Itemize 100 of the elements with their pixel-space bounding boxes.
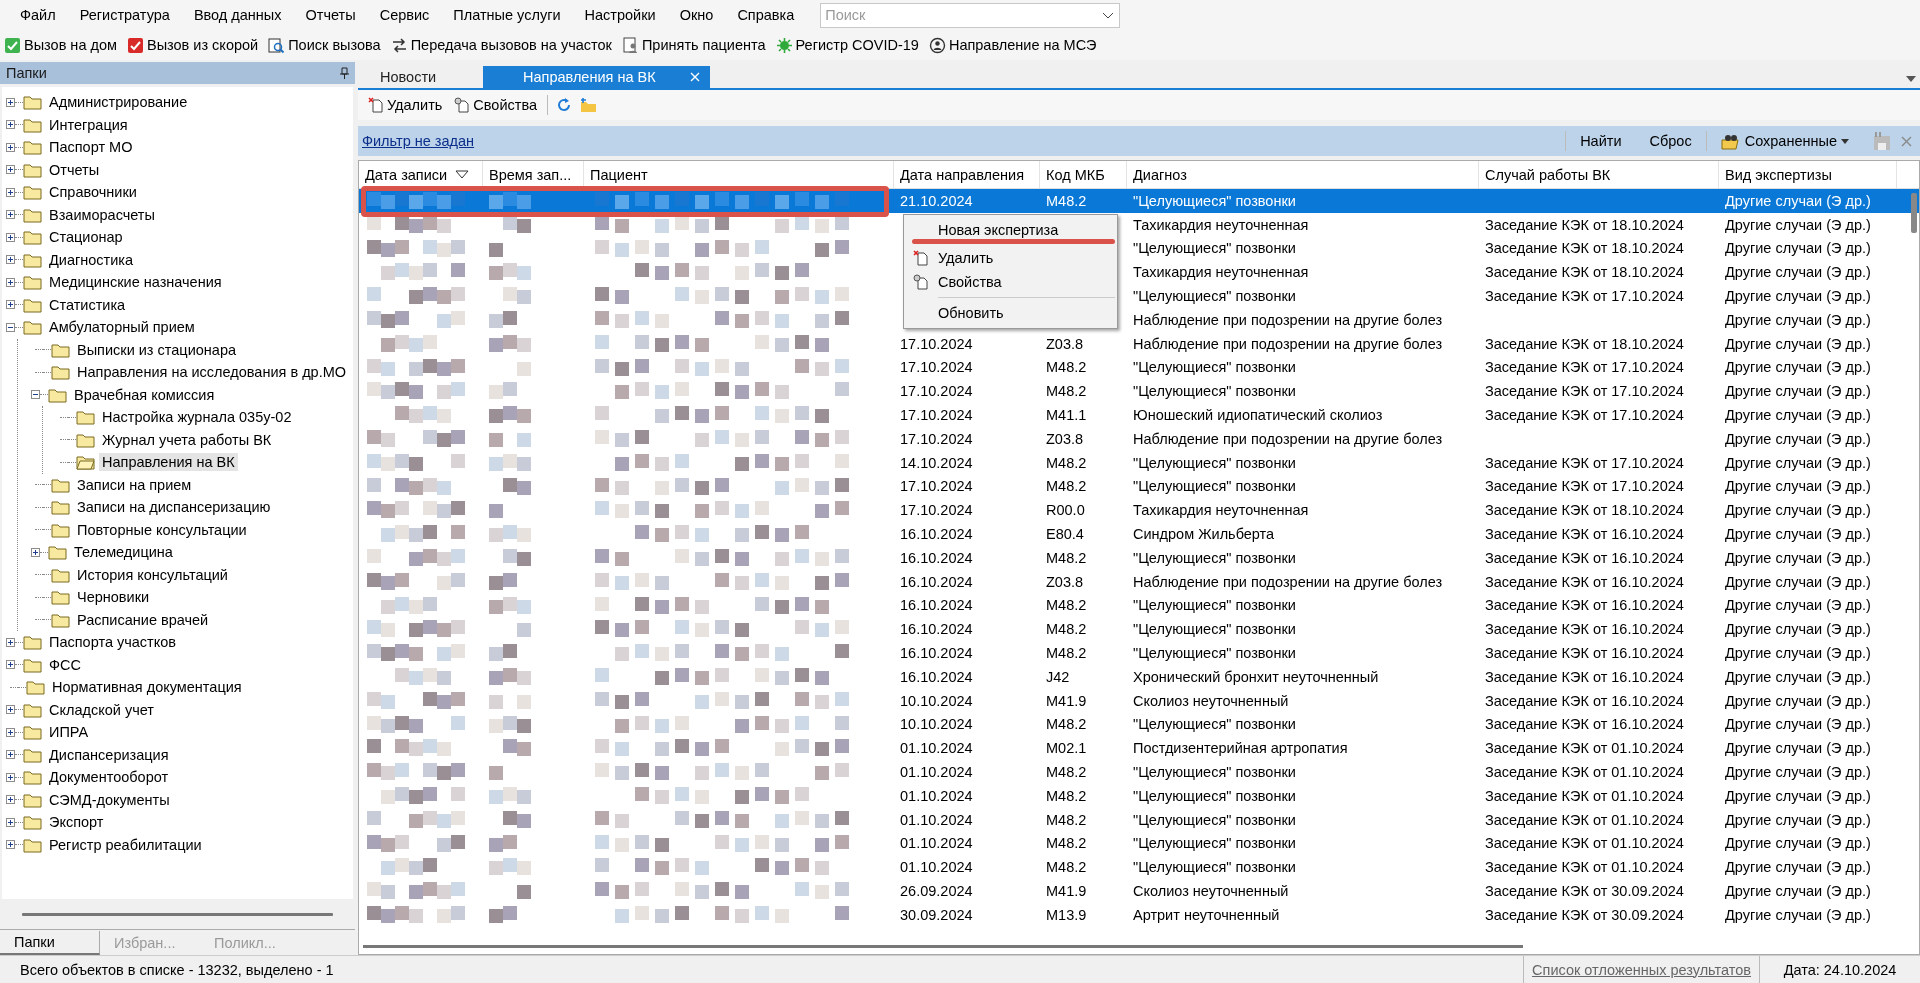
menu-item[interactable]: Свойства xyxy=(904,270,1117,294)
column-header[interactable]: Дата записи xyxy=(359,161,483,188)
tree-item[interactable]: Расписание врачей xyxy=(74,610,212,629)
expand-toggle[interactable] xyxy=(6,120,15,130)
tree-item[interactable]: Паспорт МО xyxy=(46,138,136,157)
tree-item[interactable]: Амбулаторный прием xyxy=(46,318,198,337)
filter-button[interactable]: Найти xyxy=(1566,131,1636,151)
column-header[interactable]: Код МКБ xyxy=(1040,161,1127,188)
expand-toggle[interactable] xyxy=(6,795,15,805)
tree-item[interactable]: Интеграция xyxy=(46,115,131,134)
tree-item[interactable]: Складской учет xyxy=(46,700,157,719)
search-field[interactable]: Поиск xyxy=(820,2,1121,28)
expand-toggle[interactable] xyxy=(6,637,15,647)
tree-item[interactable]: ИПРА xyxy=(46,723,92,742)
toolbar-button[interactable]: Поиск вызова xyxy=(266,34,383,56)
tree-item[interactable]: Статистика xyxy=(46,295,129,314)
expand-toggle[interactable] xyxy=(6,97,15,107)
folder-icon[interactable] xyxy=(580,97,598,113)
expand-toggle[interactable] xyxy=(6,232,15,242)
toolbar-button[interactable]: Свойства xyxy=(452,95,540,115)
tree-item[interactable]: История консультаций xyxy=(74,565,231,584)
tree-item[interactable]: Направления на ВК xyxy=(99,453,238,472)
refresh-icon[interactable] xyxy=(556,97,573,113)
collapse-toggle[interactable] xyxy=(6,322,15,332)
tree-item[interactable]: Настройка журнала 035у-02 xyxy=(99,408,295,427)
menu-item[interactable]: Ввод данных xyxy=(181,7,294,23)
tree-item[interactable]: Выписки из стационара xyxy=(74,340,239,359)
expand-toggle[interactable] xyxy=(6,277,15,287)
expand-toggle[interactable] xyxy=(6,300,15,310)
menu-item[interactable]: Платные услуги xyxy=(441,7,573,23)
expand-toggle[interactable] xyxy=(6,142,15,152)
column-header[interactable]: Дата направления xyxy=(894,161,1040,188)
scrollbar-thumb[interactable] xyxy=(363,944,1523,948)
tree-item[interactable]: Черновики xyxy=(74,588,153,607)
menu-item[interactable]: Окно xyxy=(667,7,726,23)
tree-item[interactable]: Медицинские назначения xyxy=(46,273,225,292)
document-tab[interactable]: Новости xyxy=(358,66,483,88)
tree-item[interactable]: ФСС xyxy=(46,655,84,674)
toolbar-button[interactable]: Направление на МСЭ xyxy=(926,34,1099,56)
panel-tab[interactable]: Папки xyxy=(0,931,100,955)
menu-item[interactable]: Регистратура xyxy=(67,7,182,23)
selected-row[interactable]: 21.10.2024 M48.2 "Целующиеся" позвонки Другие случаи (Э др.) xyxy=(359,189,1919,213)
document-tab[interactable]: Направления на ВК xyxy=(483,66,710,88)
column-header[interactable]: Вид экспертизы xyxy=(1719,161,1897,188)
expand-toggle[interactable] xyxy=(6,705,15,715)
expand-toggle[interactable] xyxy=(6,210,15,220)
expand-toggle[interactable] xyxy=(6,817,15,827)
menu-item[interactable]: Сервис xyxy=(367,7,442,23)
dropdown-arrow-icon[interactable] xyxy=(1906,76,1916,82)
tree-item[interactable]: Записи на диспансеризацию xyxy=(74,498,274,517)
expand-toggle[interactable] xyxy=(6,750,15,760)
toolbar-button[interactable]: Удалить xyxy=(366,95,445,115)
menu-item[interactable]: Удалить xyxy=(904,246,1117,270)
tree-item[interactable]: Регистр реабилитации xyxy=(46,835,205,854)
tree-item[interactable]: Врачебная комиссия xyxy=(71,385,218,404)
tree-item[interactable]: СЭМД-документы xyxy=(46,790,173,809)
tree-item[interactable]: Отчеты xyxy=(46,160,103,179)
tree-item[interactable]: Направления на исследования в др.МО xyxy=(74,363,350,382)
filter-link[interactable]: Фильтр не задан xyxy=(362,133,475,149)
column-header[interactable]: Время зап... xyxy=(483,161,584,188)
filter-button[interactable]: Сброс xyxy=(1635,131,1706,151)
tree-item[interactable]: Телемедицина xyxy=(71,543,176,562)
scrollbar-thumb[interactable] xyxy=(22,912,333,916)
expand-toggle[interactable] xyxy=(6,660,15,670)
tree-item[interactable]: Журнал учета работы ВК xyxy=(99,430,275,449)
expand-toggle[interactable] xyxy=(6,165,15,175)
menu-item[interactable]: Настройки xyxy=(572,7,668,23)
column-header[interactable]: Пациент xyxy=(584,161,894,188)
expand-toggle[interactable] xyxy=(6,255,15,265)
saved-filters-button[interactable]: Сохраненные xyxy=(1706,130,1863,152)
tree-item[interactable]: Взаиморасчеты xyxy=(46,205,158,224)
toolbar-button[interactable]: Регистр COVID-19 xyxy=(773,34,921,56)
tree-item[interactable]: Документооборот xyxy=(46,768,172,787)
expand-toggle[interactable] xyxy=(6,187,15,197)
tree-item[interactable]: Нормативная документация xyxy=(49,678,245,697)
column-header[interactable]: Случай работы ВК xyxy=(1479,161,1719,188)
expand-toggle[interactable] xyxy=(6,840,15,850)
menu-item[interactable]: Обновить xyxy=(904,301,1117,325)
collapse-toggle[interactable] xyxy=(31,390,40,400)
tree-item[interactable]: Справочники xyxy=(46,183,140,202)
tree-item[interactable]: Стационар xyxy=(46,228,126,247)
scrollbar-thumb[interactable] xyxy=(1911,193,1917,233)
tree-item[interactable]: Диспансеризация xyxy=(46,745,172,764)
pin-icon[interactable] xyxy=(340,67,349,79)
tree-item[interactable]: Диагностика xyxy=(46,250,137,269)
tree-item[interactable]: Администрирование xyxy=(46,93,191,112)
tree-item[interactable]: Паспорта участков xyxy=(46,633,179,652)
tree-item[interactable]: Повторные консультации xyxy=(74,520,250,539)
menu-item[interactable]: Файл xyxy=(8,7,68,23)
tree-item[interactable]: Записи на прием xyxy=(74,475,195,494)
expand-toggle[interactable] xyxy=(6,772,15,782)
toolbar-button[interactable]: Передача вызовов на участок xyxy=(388,34,614,56)
menu-item[interactable]: Справка xyxy=(725,7,807,23)
toolbar-button[interactable]: Вызов из скорой xyxy=(124,34,261,56)
tree-item[interactable]: Экспорт xyxy=(46,813,107,832)
menu-item[interactable]: Новая экспертиза xyxy=(904,218,1117,242)
menu-item[interactable]: Отчеты xyxy=(293,7,368,23)
chevron-down-icon[interactable] xyxy=(1102,11,1115,20)
column-header[interactable]: Диагноз xyxy=(1127,161,1479,188)
toolbar-button[interactable]: Вызов на дом xyxy=(2,34,119,56)
